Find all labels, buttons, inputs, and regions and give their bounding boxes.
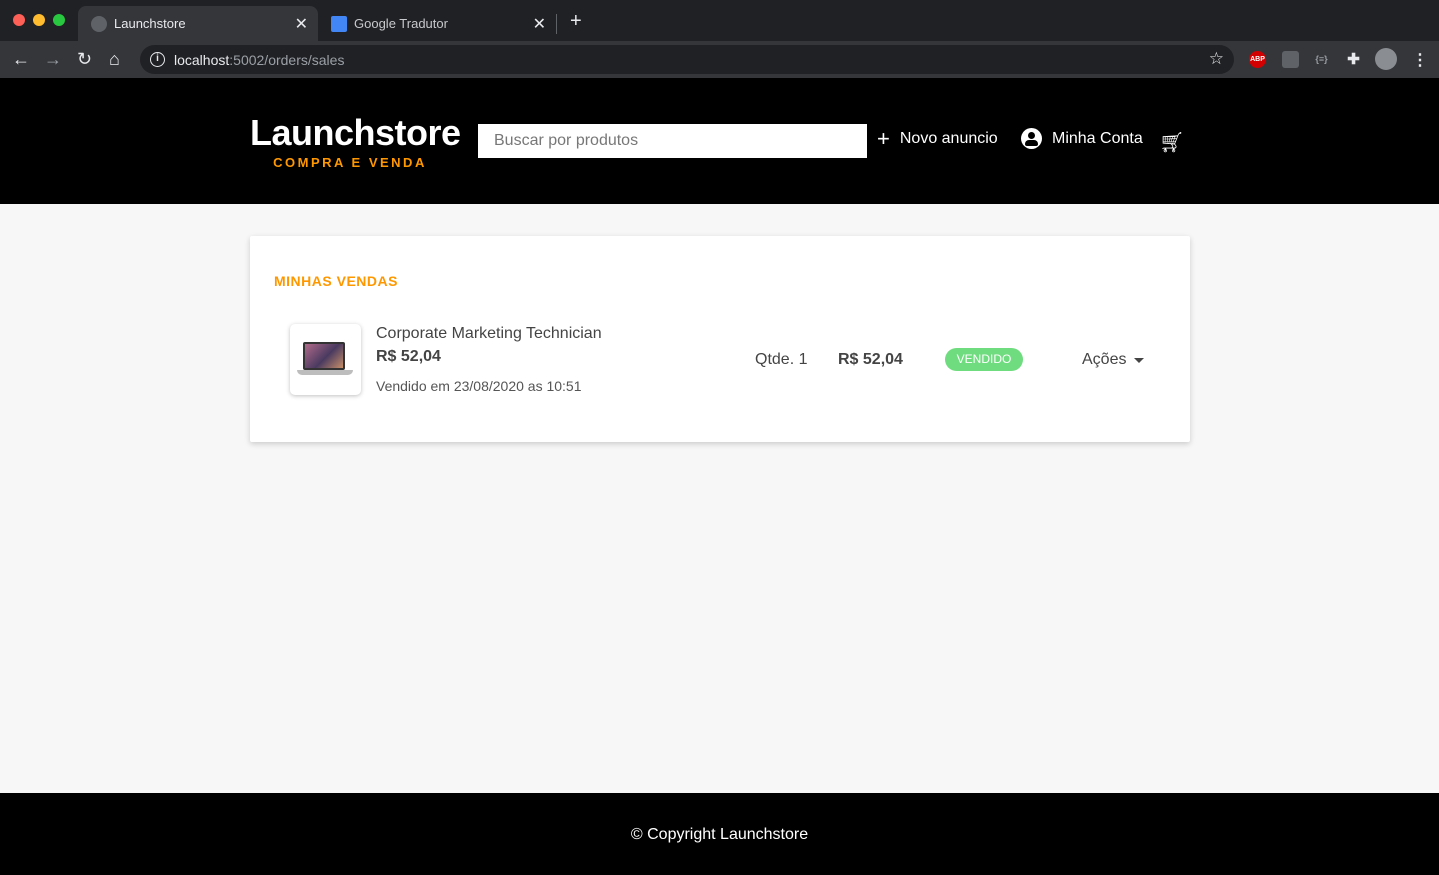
plus-icon: +: [877, 126, 890, 151]
sale-date: Vendido em 23/08/2020 as 10:51: [376, 378, 582, 394]
bookmark-star-icon[interactable]: ☆: [1209, 49, 1224, 69]
home-icon[interactable]: ⌂: [109, 49, 120, 69]
close-tab-icon[interactable]: ✕: [295, 14, 308, 34]
page-title: MINHAS VENDAS: [274, 273, 398, 289]
tab-title: Google Tradutor: [354, 16, 448, 31]
new-ad-link[interactable]: + Novo anuncio: [877, 128, 998, 150]
site-info-icon[interactable]: i: [150, 52, 165, 67]
logo-title: Launchstore: [250, 112, 461, 153]
close-tab-icon[interactable]: ✕: [533, 14, 546, 34]
extensions-puzzle-icon[interactable]: ✚: [1345, 51, 1362, 68]
account-circle-icon: [1021, 128, 1042, 149]
total-price: R$ 52,04: [838, 351, 903, 368]
site-footer: © Copyright Launchstore: [0, 793, 1439, 875]
browser-tab-google-translate[interactable]: Google Tradutor ✕: [318, 6, 556, 41]
copyright-text: © Copyright Launchstore: [630, 826, 809, 843]
actions-dropdown[interactable]: Ações: [1082, 351, 1145, 369]
address-bar[interactable]: i localhost:5002/orders/sales ☆: [140, 45, 1234, 74]
new-tab-icon[interactable]: +: [570, 11, 582, 31]
caret-down-icon: [1134, 357, 1145, 363]
my-account-link[interactable]: Minha Conta: [1021, 128, 1143, 149]
maximize-window-icon[interactable]: [53, 14, 65, 26]
google-translate-icon: [331, 16, 347, 32]
actions-label: Ações: [1082, 351, 1127, 368]
browser-tab-launchstore[interactable]: Launchstore ✕: [78, 6, 318, 41]
product-name[interactable]: Corporate Marketing Technician: [376, 325, 602, 343]
url-text[interactable]: localhost:5002/orders/sales: [174, 52, 344, 68]
tab-title: Launchstore: [114, 16, 186, 31]
search-input[interactable]: [478, 124, 867, 158]
json-viewer-icon[interactable]: {≡}: [1313, 51, 1330, 68]
minimize-window-icon[interactable]: [33, 14, 45, 26]
logo-subtitle: COMPRA E VENDA: [273, 155, 427, 170]
back-arrow-icon[interactable]: ←: [12, 49, 30, 69]
close-window-icon[interactable]: [13, 14, 25, 26]
tab-divider: [556, 14, 557, 34]
quantity: Qtde. 1: [755, 351, 808, 368]
my-account-label: Minha Conta: [1052, 129, 1143, 147]
product-price: R$ 52,04: [376, 348, 441, 365]
adblock-plus-icon[interactable]: ABP: [1249, 51, 1266, 68]
reload-icon[interactable]: ↻: [77, 49, 92, 69]
laptop-icon: [303, 342, 345, 370]
profile-avatar[interactable]: [1375, 48, 1397, 70]
status-badge: VENDIDO: [945, 348, 1023, 371]
product-image[interactable]: [290, 324, 361, 395]
sales-card: MINHAS VENDAS Corporate Marketing Techni…: [250, 236, 1190, 442]
new-ad-label: Novo anuncio: [899, 130, 998, 147]
logo[interactable]: Launchstore COMPRA E VENDA: [250, 111, 461, 170]
globe-icon: [91, 16, 107, 32]
browser-menu-icon[interactable]: ⋮: [1412, 50, 1428, 70]
extension-icon[interactable]: [1282, 51, 1299, 68]
forward-arrow-icon[interactable]: →: [44, 49, 62, 69]
browser-toolbar: ← → ↻ ⌂ i localhost:5002/orders/sales ☆ …: [0, 41, 1439, 78]
site-header: Launchstore COMPRA E VENDA + Novo anunci…: [0, 78, 1439, 204]
browser-tab-bar: Launchstore ✕ Google Tradutor ✕ +: [0, 0, 1439, 41]
shopping-cart-icon[interactable]: 🛒︎: [1159, 130, 1184, 155]
